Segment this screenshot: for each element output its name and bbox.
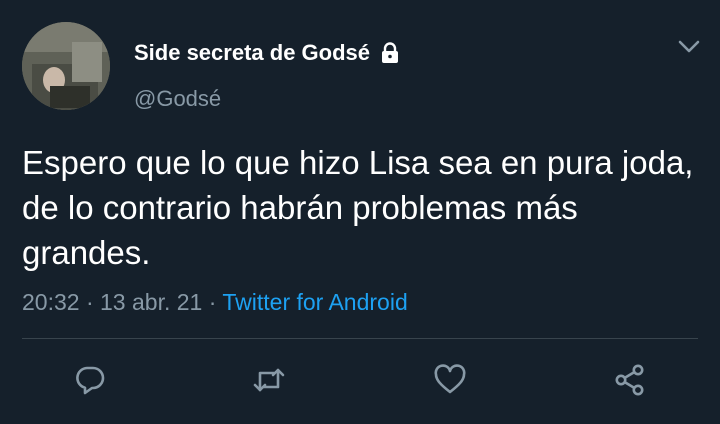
reply-button[interactable] — [72, 362, 108, 398]
lock-icon — [378, 41, 402, 65]
divider — [22, 338, 698, 339]
retweet-button[interactable] — [251, 362, 287, 398]
user-handle[interactable]: @Godsé — [134, 84, 221, 114]
tweet-time[interactable]: 20:32 — [22, 289, 80, 315]
tweet-text: Espero que lo que hizo Lisa sea en pura … — [22, 144, 694, 271]
tweet-card: Side secreta de Godsé @Godsé Espero que … — [0, 0, 720, 424]
share-icon — [615, 364, 644, 396]
reply-icon — [76, 366, 105, 395]
share-button[interactable] — [612, 362, 648, 398]
meta-separator: · — [85, 289, 94, 315]
avatar[interactable] — [22, 22, 110, 110]
more-options-button[interactable] — [676, 36, 702, 58]
heart-icon — [434, 364, 466, 394]
retweet-icon — [253, 368, 285, 392]
display-name-row: Side secreta de Godsé — [134, 38, 402, 68]
display-name[interactable]: Side secreta de Godsé — [134, 38, 370, 68]
tweet-meta: 20:32 · 13 abr. 21 · Twitter for Android — [22, 286, 408, 318]
avatar-image — [22, 22, 110, 110]
tweet-date[interactable]: 13 abr. 21 — [100, 289, 202, 315]
chevron-down-icon — [678, 40, 700, 53]
action-bar — [0, 356, 720, 406]
like-button[interactable] — [432, 362, 468, 398]
tweet-source-link[interactable]: Twitter for Android — [222, 289, 407, 315]
meta-separator: · — [208, 289, 217, 315]
